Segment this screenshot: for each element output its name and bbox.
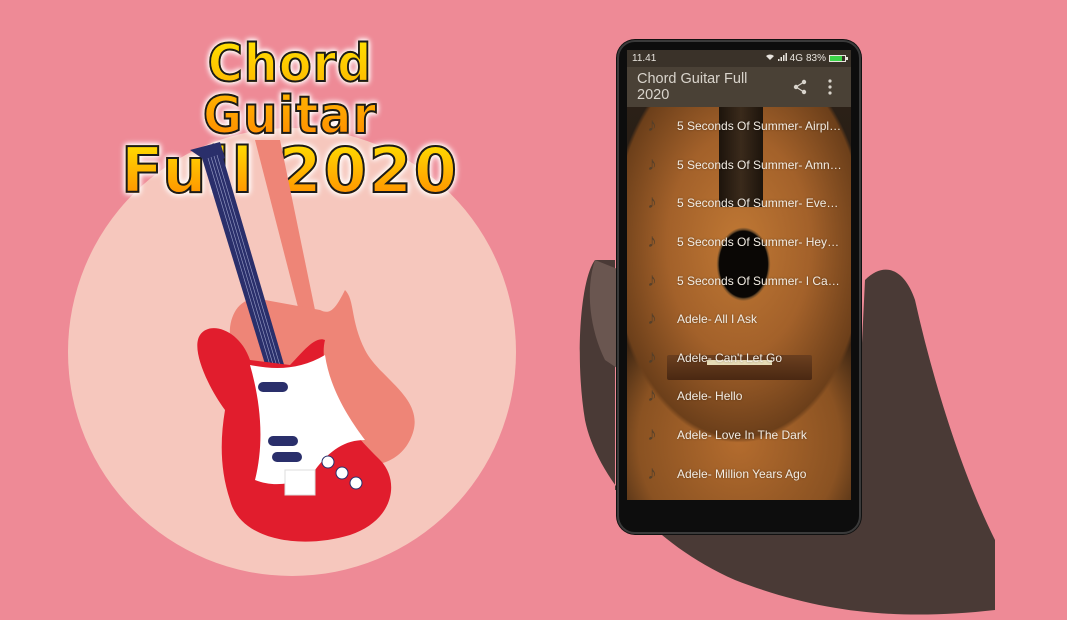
battery-level xyxy=(830,56,843,61)
song-title: 5 Seconds Of Summer- Airplane Mode xyxy=(677,119,842,134)
pickup-middle xyxy=(268,436,298,446)
phone-mockup: 11.41 4G 83% Chord Guitar Full 2020 ♪ 5 … xyxy=(617,40,861,534)
song-list-item[interactable]: ♪ 5 Seconds Of Summer- Amnesia xyxy=(627,146,851,185)
network-type: 4G xyxy=(789,53,803,64)
more-vert-icon xyxy=(828,79,832,95)
song-list-item[interactable]: ♪ Adele- Hello xyxy=(627,377,851,416)
song-title: Adele- Hello xyxy=(677,389,743,404)
share-button[interactable] xyxy=(789,75,811,99)
pickup-neck xyxy=(258,382,288,392)
song-list-item[interactable]: ♪ Adele- All I Ask xyxy=(627,300,851,339)
music-note-icon: ♪ xyxy=(647,385,657,407)
song-list: ♪ 5 Seconds Of Summer- Airplane Mode ♪ 5 Se… xyxy=(627,107,851,493)
bridge-plate xyxy=(284,469,316,496)
wifi-icon xyxy=(765,53,775,64)
signal-icon xyxy=(777,53,787,64)
song-title: Adele- Million Years Ago xyxy=(677,466,807,481)
song-title: Adele- All I Ask xyxy=(677,312,758,327)
music-note-icon: ♪ xyxy=(647,462,657,484)
battery-percent: 83% xyxy=(805,53,826,64)
share-icon xyxy=(793,79,807,95)
music-note-icon: ♪ xyxy=(647,424,657,446)
knob xyxy=(335,466,349,480)
music-note-icon: ♪ xyxy=(647,308,657,330)
song-list-item[interactable]: ♪ 5 Seconds Of Summer- Everything I Didn'… xyxy=(627,184,851,223)
song-list-item[interactable]: ♪ 5 Seconds Of Summer- I Can't Remember xyxy=(627,261,851,300)
phone-screen: 11.41 4G 83% Chord Guitar Full 2020 ♪ 5 … xyxy=(627,50,851,500)
app-title: Chord Guitar Full 2020 xyxy=(637,71,748,103)
status-bar: 11.41 4G 83% xyxy=(627,50,851,67)
song-list-item[interactable]: ♪ 5 Seconds Of Summer- Hey Everybody xyxy=(627,223,851,262)
status-time: 11.41 xyxy=(632,53,657,64)
song-title: Adele- Love In The Dark xyxy=(677,428,807,443)
electric-guitar-illustration xyxy=(180,140,440,550)
knob xyxy=(321,455,335,469)
pickup-bridge xyxy=(272,452,302,462)
song-title: Adele- Can't Let Go xyxy=(677,350,783,365)
song-title: 5 Seconds Of Summer- I Can't Remember xyxy=(677,273,842,288)
music-note-icon: ♪ xyxy=(647,153,657,175)
song-title: 5 Seconds Of Summer- Hey Everybody xyxy=(677,235,842,250)
more-options-button[interactable] xyxy=(819,75,841,99)
promo-title-line1: Chord Guitar xyxy=(124,37,455,143)
knob xyxy=(349,476,363,490)
song-list-item[interactable]: ♪ 5 Seconds Of Summer- Airplane Mode xyxy=(627,107,851,146)
app-bar: Chord Guitar Full 2020 xyxy=(627,67,851,107)
music-note-icon: ♪ xyxy=(647,115,657,137)
music-note-icon: ♪ xyxy=(647,192,657,214)
music-note-icon: ♪ xyxy=(647,346,657,368)
music-note-icon: ♪ xyxy=(647,231,657,253)
battery-icon xyxy=(829,55,848,62)
song-title: 5 Seconds Of Summer- Everything I Didn't… xyxy=(677,196,842,211)
song-list-item[interactable]: ♪ Adele- Can't Let Go xyxy=(627,339,851,378)
song-list-item[interactable]: ♪ Adele- Million Years Ago xyxy=(627,454,851,493)
song-list-item[interactable]: ♪ Adele- Love In The Dark xyxy=(627,416,851,455)
music-note-icon: ♪ xyxy=(647,269,657,291)
song-title: 5 Seconds Of Summer- Amnesia xyxy=(677,157,842,172)
